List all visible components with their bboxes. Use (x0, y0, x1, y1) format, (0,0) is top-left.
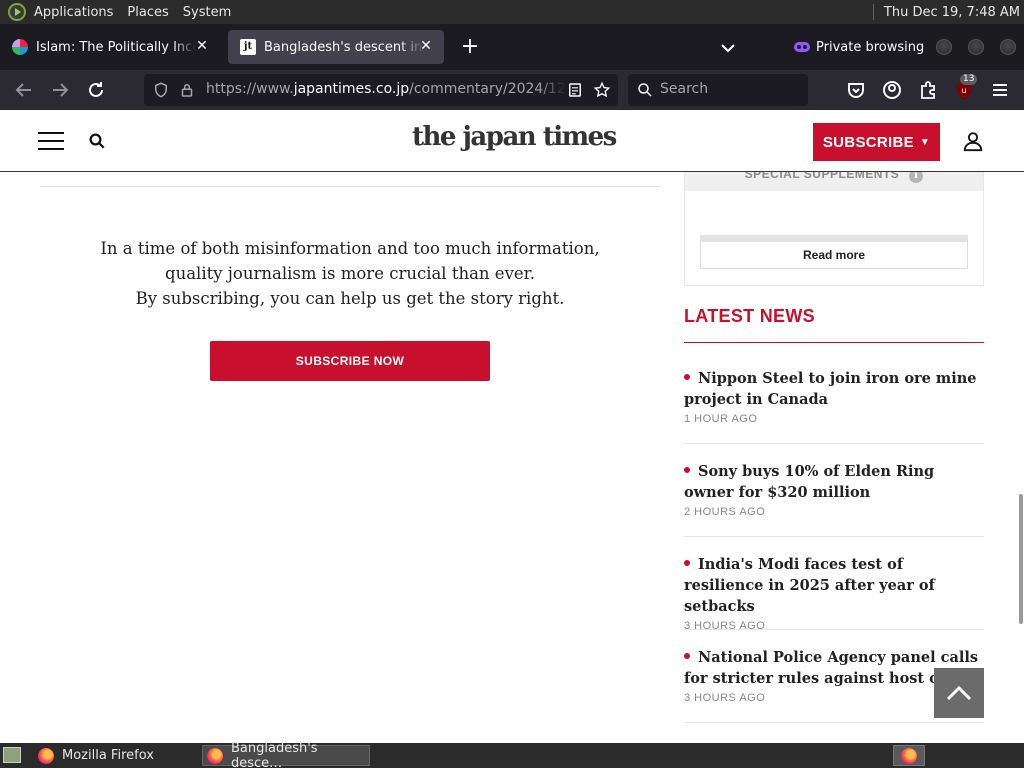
promo-line: By subscribing, you can help us get the … (135, 289, 565, 308)
japan-times-logo[interactable]: the japan times (412, 122, 617, 152)
svg-text:u: u (961, 86, 966, 95)
bullet-dot-icon (684, 653, 690, 659)
os-top-panel: Applications Places System Thu Dec 19, 7… (0, 0, 1024, 24)
user-account-icon[interactable] (962, 130, 984, 152)
news-title-text[interactable]: India's Modi faces test of resilience in… (684, 556, 935, 615)
latest-news-heading: LATEST NEWS (684, 306, 815, 326)
chevron-up-icon (946, 685, 972, 701)
search-icon (638, 83, 652, 97)
bullet-dot-icon (684, 560, 690, 566)
close-tab-icon[interactable]: ✕ (194, 38, 210, 54)
promo-line: In a time of both misinformation and too… (100, 239, 600, 258)
os-clock[interactable]: Thu Dec 19, 7:48 AM (884, 5, 1020, 20)
taskbar-label: Mozilla Firefox (62, 748, 154, 763)
site-menu-icon[interactable] (38, 132, 64, 150)
tab-favicon-icon (12, 39, 28, 55)
news-item[interactable]: India's Modi faces test of resilience in… (684, 554, 984, 632)
back-to-top-button[interactable] (934, 668, 984, 718)
subscribe-now-button[interactable]: SUBSCRIBE NOW (210, 341, 490, 381)
tab-title: Islam: The Politically Incorrect (36, 39, 196, 55)
close-tab-icon[interactable]: ✕ (418, 38, 434, 54)
taskbar-active-window[interactable]: Bangladesh's desce… (202, 741, 370, 771)
site-header: the japan times SUBSCRIBE ▼ (0, 110, 1024, 172)
news-title-link[interactable]: Nippon Steel to join iron ore mine proje… (684, 368, 984, 410)
show-desktop-icon[interactable] (3, 747, 21, 763)
content-divider (40, 186, 660, 187)
url-bar[interactable]: https://www.japantimes.co.jp/commentary/… (144, 74, 618, 106)
tab-list-chevron-icon[interactable] (716, 36, 740, 60)
news-timestamp: 1 HOUR AGO (684, 413, 758, 425)
news-title-link[interactable]: India's Modi faces test of resilience in… (684, 554, 984, 617)
news-title-text[interactable]: Sony buys 10% of Elden Ring owner for $3… (684, 463, 934, 501)
firefox-icon (207, 747, 223, 764)
tracking-shield-icon[interactable] (152, 81, 170, 99)
new-tab-plus-icon[interactable]: + (458, 35, 482, 59)
url-text[interactable]: https://www.japantimes.co.jp/commentary/… (206, 81, 566, 97)
tray-firefox-icon[interactable] (893, 745, 925, 766)
subscribe-label: SUBSCRIBE (822, 133, 914, 151)
hamburger-menu-icon[interactable] (988, 78, 1012, 102)
private-mask-icon (794, 42, 810, 52)
panel-separator (872, 4, 874, 20)
subscription-promo-text: In a time of both misinformation and too… (40, 236, 660, 311)
supplements-header: SPECIAL SUPPLEMENTS i (685, 172, 983, 191)
japan-times-favicon-icon: jt (240, 39, 256, 55)
tab-bangladesh[interactable]: jt Bangladesh's descent into Islami ✕ (228, 30, 444, 64)
os-menu-system[interactable]: System (183, 5, 231, 20)
page-content: In a time of both misinformation and too… (0, 172, 1024, 743)
header-subscribe-button[interactable]: SUBSCRIBE ▼ (813, 123, 940, 161)
reload-icon[interactable] (84, 78, 108, 102)
pocket-icon[interactable] (844, 78, 868, 102)
page-scrollbar[interactable] (1019, 494, 1023, 624)
supplements-title: SPECIAL SUPPLEMENTS (744, 172, 900, 181)
news-timestamp: 3 HOURS AGO (684, 620, 766, 632)
account-icon[interactable] (880, 78, 904, 102)
bookmark-star-icon[interactable] (593, 81, 611, 99)
chevron-down-icon: ▼ (919, 136, 931, 148)
news-item[interactable]: Sony buys 10% of Elden Ring owner for $3… (684, 461, 984, 537)
site-search-icon[interactable] (88, 132, 106, 150)
search-bar[interactable]: Search (628, 74, 808, 106)
browser-nav-bar: https://www.japantimes.co.jp/commentary/… (0, 70, 1024, 110)
lock-icon[interactable] (178, 81, 196, 99)
window-close-button[interactable] (1000, 39, 1016, 55)
firefox-icon (38, 747, 54, 764)
news-title-text[interactable]: Nippon Steel to join iron ore mine proje… (684, 370, 977, 408)
os-menu-applications[interactable]: Applications (34, 5, 113, 20)
tab-islam[interactable]: Islam: The Politically Incorrect ✕ (0, 30, 220, 64)
distro-logo-icon[interactable] (8, 3, 26, 21)
window-minimize-button[interactable] (936, 39, 952, 55)
os-menu-places[interactable]: Places (127, 5, 168, 20)
info-icon[interactable]: i (909, 172, 924, 183)
taskbar-firefox[interactable]: Mozilla Firefox (34, 745, 198, 766)
news-timestamp: 2 HOURS AGO (684, 506, 766, 518)
os-taskbar: Mozilla Firefox Bangladesh's desce… (0, 741, 1024, 771)
forward-arrow-icon[interactable] (48, 78, 72, 102)
url-prefix: https://www. (206, 81, 294, 97)
taskbar-label: Bangladesh's desce… (231, 740, 318, 771)
news-title-link[interactable]: Sony buys 10% of Elden Ring owner for $3… (684, 461, 984, 503)
url-domain: japantimes.co.jp (293, 81, 410, 97)
extension-badge-count: 13 (960, 74, 978, 85)
window-maximize-button[interactable] (968, 39, 984, 55)
reader-view-icon[interactable] (566, 81, 584, 99)
promo-line: quality journalism is more crucial than … (165, 264, 535, 283)
bullet-dot-icon (684, 374, 690, 380)
back-arrow-icon[interactable] (12, 78, 36, 102)
private-browsing-indicator: Private browsing (794, 35, 924, 59)
firefox-icon (901, 747, 917, 764)
os-clock-area: Thu Dec 19, 7:48 AM (872, 0, 1020, 24)
bullet-dot-icon (684, 467, 690, 473)
read-more-button[interactable]: Read more (700, 235, 968, 269)
extensions-puzzle-icon[interactable] (916, 78, 940, 102)
news-item[interactable]: Nippon Steel to join iron ore mine proje… (684, 368, 984, 444)
private-browsing-label: Private browsing (816, 39, 925, 55)
url-path: /commentary/2024/12/16/w (409, 81, 566, 97)
special-supplements-box: SPECIAL SUPPLEMENTS i Read more (684, 172, 984, 286)
latest-news-rule (684, 342, 984, 343)
search-placeholder: Search (660, 81, 709, 97)
tab-title: Bangladesh's descent into Islami (264, 39, 424, 55)
